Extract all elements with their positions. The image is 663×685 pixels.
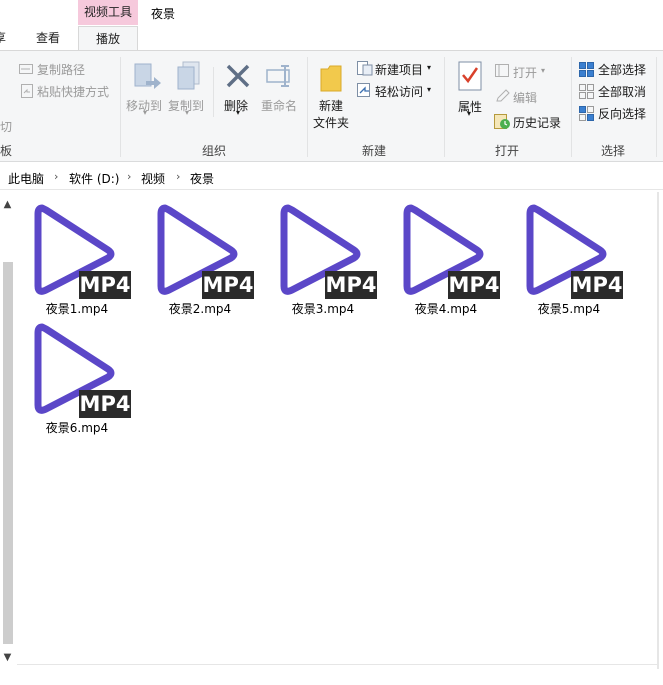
new-item-button[interactable]: 新建项目 xyxy=(375,61,423,78)
properties-dropdown-icon: ▾ xyxy=(467,109,472,118)
move-to-icon xyxy=(134,61,162,96)
scrollbar-thumb[interactable] xyxy=(3,262,13,644)
file-item[interactable]: MP4 夜景2.mp4 xyxy=(140,192,260,316)
easy-access-dropdown-icon: ▾ xyxy=(427,85,432,94)
new-folder-button[interactable]: 新建 xyxy=(319,97,343,114)
mp4-badge: MP4 xyxy=(202,271,254,299)
file-name[interactable]: 夜景6.mp4 xyxy=(17,419,137,436)
new-item-dropdown-icon: ▾ xyxy=(427,63,432,72)
ribbon: 复制路径 粘贴快捷方式 切 板 移动到 ▾ 复制到 ▾ 删除 ▾ 重命名 组织 … xyxy=(0,50,663,162)
vertical-scrollbar[interactable]: ▲ ▼ xyxy=(0,192,15,669)
properties-icon xyxy=(458,61,482,94)
copy-to-dropdown-icon: ▾ xyxy=(185,108,190,117)
group-divider xyxy=(656,57,657,157)
ribbon-tabs: 享 查看 视频工具 播放 夜景 xyxy=(0,0,663,51)
new-folder-icon xyxy=(320,63,342,96)
mp4-badge: MP4 xyxy=(79,271,131,299)
file-name[interactable]: 夜景4.mp4 xyxy=(386,300,506,317)
copy-to-icon xyxy=(176,61,204,96)
file-name[interactable]: 夜景3.mp4 xyxy=(263,300,383,317)
easy-access-button[interactable]: 轻松访问 xyxy=(375,83,423,100)
rename-icon xyxy=(266,63,296,92)
select-all-icon xyxy=(579,62,594,80)
breadcrumb-current-folder[interactable]: 夜景 xyxy=(190,170,214,187)
file-list: MP4 夜景1.mp4 MP4 夜景2.mp4 MP4 夜景3.mp4 MP4 … xyxy=(17,192,657,672)
paste-shortcut-icon xyxy=(21,84,33,101)
history-icon xyxy=(494,114,511,133)
new-group-label: 新建 xyxy=(362,144,387,158)
mp4-badge: MP4 xyxy=(448,271,500,299)
paste-shortcut-button[interactable]: 粘贴快捷方式 xyxy=(37,83,109,100)
breadcrumb-this-pc[interactable]: 此电脑 xyxy=(8,170,44,187)
video-tools-context-header: 视频工具 xyxy=(78,0,138,25)
tab-view[interactable]: 查看 xyxy=(28,26,68,50)
open-group-label: 打开 xyxy=(495,144,520,158)
group-divider xyxy=(307,57,308,157)
invert-selection-button[interactable]: 反向选择 xyxy=(598,105,646,122)
mp4-badge: MP4 xyxy=(79,390,131,418)
file-name[interactable]: 夜景5.mp4 xyxy=(509,300,629,317)
delete-icon xyxy=(225,63,251,92)
select-none-icon xyxy=(579,84,594,102)
delete-dropdown-icon: ▾ xyxy=(236,108,241,117)
group-divider xyxy=(571,57,572,157)
history-button[interactable]: 历史记录 xyxy=(513,114,561,131)
new-item-icon xyxy=(357,61,373,79)
open-icon xyxy=(495,64,510,81)
move-to-dropdown-icon: ▾ xyxy=(143,108,148,117)
select-none-button[interactable]: 全部取消 xyxy=(598,83,646,100)
group-divider xyxy=(213,67,214,117)
breadcrumb-chevron-icon[interactable]: › xyxy=(127,170,131,183)
edit-icon xyxy=(495,89,510,106)
edit-button[interactable]: 编辑 xyxy=(513,89,537,106)
file-item[interactable]: MP4 夜景1.mp4 xyxy=(17,192,137,316)
cut-button[interactable]: 切 xyxy=(0,118,12,135)
file-item[interactable]: MP4 夜景5.mp4 xyxy=(509,192,629,316)
scroll-up-icon[interactable]: ▲ xyxy=(0,198,15,212)
copy-path-button[interactable]: 复制路径 xyxy=(37,61,85,78)
rename-button[interactable]: 重命名 xyxy=(261,97,297,114)
file-item[interactable]: MP4 夜景3.mp4 xyxy=(263,192,383,316)
group-divider xyxy=(120,57,121,157)
tab-play[interactable]: 播放 xyxy=(78,26,138,51)
group-divider xyxy=(444,57,445,157)
window-title: 夜景 xyxy=(151,7,176,21)
file-item[interactable]: MP4 夜景6.mp4 xyxy=(17,311,137,435)
organize-group-label: 组织 xyxy=(202,144,227,158)
address-bar[interactable]: 此电脑 › 软件 (D:) › 视频 › 夜景 xyxy=(0,166,663,190)
mp4-badge: MP4 xyxy=(571,271,623,299)
select-group-label: 选择 xyxy=(601,144,626,158)
open-button[interactable]: 打开 xyxy=(513,64,537,81)
file-name[interactable]: 夜景2.mp4 xyxy=(140,300,260,317)
breadcrumb-chevron-icon[interactable]: › xyxy=(54,170,58,183)
easy-access-icon xyxy=(357,83,373,101)
new-folder-button-line2[interactable]: 文件夹 xyxy=(313,114,349,131)
breadcrumb-videos[interactable]: 视频 xyxy=(141,170,165,187)
breadcrumb-chevron-icon[interactable]: › xyxy=(176,170,180,183)
invert-selection-icon xyxy=(579,106,594,124)
clipboard-group-label: 板 xyxy=(0,144,13,158)
tab-share[interactable]: 享 xyxy=(0,26,12,50)
file-item[interactable]: MP4 夜景4.mp4 xyxy=(386,192,506,316)
open-dropdown-icon: ▾ xyxy=(541,66,546,75)
select-all-button[interactable]: 全部选择 xyxy=(598,61,646,78)
pane-border xyxy=(657,192,659,669)
pane-border xyxy=(17,664,659,665)
mp4-badge: MP4 xyxy=(325,271,377,299)
breadcrumb-drive-d[interactable]: 软件 (D:) xyxy=(69,170,119,187)
scroll-down-icon[interactable]: ▼ xyxy=(0,651,15,665)
copy-path-icon xyxy=(19,63,33,78)
